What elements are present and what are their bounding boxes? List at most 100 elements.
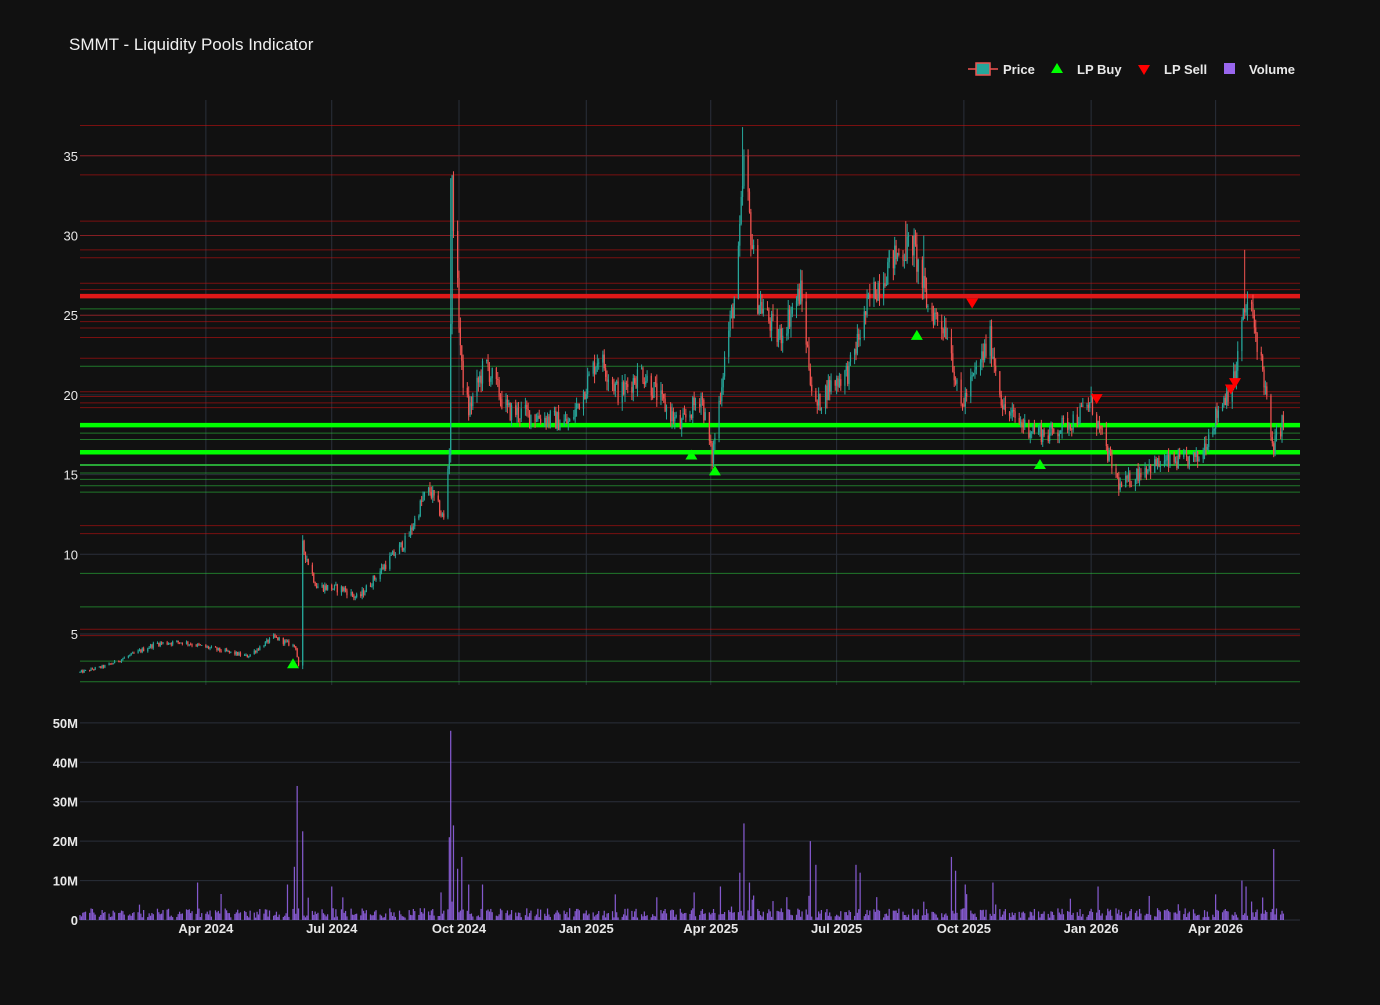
volume-bar [818, 911, 820, 920]
volume-bar [1080, 916, 1083, 920]
candle-down [285, 640, 287, 642]
volume-bar [737, 912, 740, 920]
volume-bar [1147, 913, 1149, 920]
candle-up [196, 643, 199, 647]
volume-bar [119, 912, 121, 920]
volume-bar [999, 909, 1001, 920]
volume-bar [751, 899, 753, 920]
candle-up [1058, 433, 1060, 437]
volume-bar [371, 915, 373, 920]
volume-bar [979, 909, 982, 920]
volume-bar [169, 916, 171, 920]
candle-up [674, 416, 676, 422]
candle-down [1000, 394, 1002, 406]
volume-bar [921, 915, 924, 920]
candle-up [227, 650, 229, 652]
candle-down [625, 382, 627, 385]
candle-up [224, 649, 226, 652]
volume-bar [1028, 917, 1030, 920]
volume-bar [787, 909, 789, 920]
candle-down [892, 250, 894, 269]
volume-bar [721, 914, 723, 920]
candle-down [296, 648, 298, 658]
candle-down [769, 321, 771, 331]
candle-up [588, 373, 590, 376]
volume-bar [1039, 917, 1041, 920]
candle-down [840, 379, 842, 386]
volume-bar [181, 913, 183, 920]
candle-down [140, 649, 142, 652]
candle-up [130, 653, 132, 655]
volume-bar [824, 912, 827, 920]
volume-bar [729, 911, 731, 920]
candle-up [113, 660, 116, 664]
volume-bar [1060, 914, 1062, 920]
volume-bar [555, 912, 557, 920]
volume-bar [1173, 912, 1175, 920]
volume-bar [497, 916, 499, 920]
candle-down [960, 379, 962, 404]
candle-down [635, 383, 637, 388]
candle-up [574, 409, 576, 418]
candle-up [505, 399, 507, 408]
candle-up [863, 311, 865, 338]
candle-up [964, 393, 966, 407]
candle-up [122, 658, 124, 660]
candle-up [286, 640, 289, 642]
candle-down [82, 670, 84, 673]
volume-bar [1049, 917, 1051, 920]
candle-up [176, 640, 178, 642]
volume-bar [1072, 912, 1074, 920]
candle-up [1174, 461, 1177, 463]
volume-bar [993, 913, 995, 920]
candle-down [993, 356, 995, 366]
candle-down [293, 644, 296, 647]
volume-bar [214, 910, 217, 920]
volume-bar [292, 908, 294, 920]
candle-up [520, 408, 522, 419]
volume-bar [104, 911, 106, 920]
candle-up [1212, 430, 1214, 435]
candle-up [423, 492, 426, 497]
volume-bar [553, 914, 556, 920]
volume-bar [360, 915, 362, 920]
candle-down [1096, 414, 1098, 428]
volume-bar [93, 912, 95, 920]
volume-bar [448, 837, 450, 920]
volume-bar [1096, 912, 1098, 920]
volume-bar [325, 916, 327, 920]
candle-down [1004, 404, 1006, 412]
volume-bar [772, 901, 774, 920]
volume-bar [923, 901, 925, 920]
candle-up [903, 259, 906, 261]
volume-bar [1058, 912, 1060, 920]
candle-down [93, 669, 95, 671]
volume-bar [584, 913, 586, 920]
volume-bar [753, 895, 755, 920]
candle-down [921, 259, 924, 288]
candle-down [277, 637, 279, 641]
candle-up [390, 554, 392, 556]
candle-down [631, 387, 633, 393]
volume-bar [326, 914, 329, 920]
candle-up [419, 500, 421, 517]
volume-bar [1008, 913, 1011, 920]
volume-bar [989, 913, 991, 920]
candle-up [743, 155, 745, 187]
candle-up [230, 651, 232, 653]
volume-bar [456, 868, 459, 920]
candle-up [795, 300, 798, 307]
volume-bar [798, 909, 800, 920]
volume-bar [398, 910, 401, 920]
volume-bar [1217, 910, 1220, 920]
candle-up [790, 313, 792, 327]
volume-bar [466, 910, 468, 920]
candle-up [992, 356, 994, 359]
candle-down [593, 362, 596, 375]
volume-bar [422, 913, 424, 920]
volume-bar [122, 911, 124, 920]
volume-bar [1129, 911, 1131, 920]
candle-up [491, 367, 493, 379]
volume-bar [414, 911, 416, 920]
candle-up [759, 301, 762, 306]
